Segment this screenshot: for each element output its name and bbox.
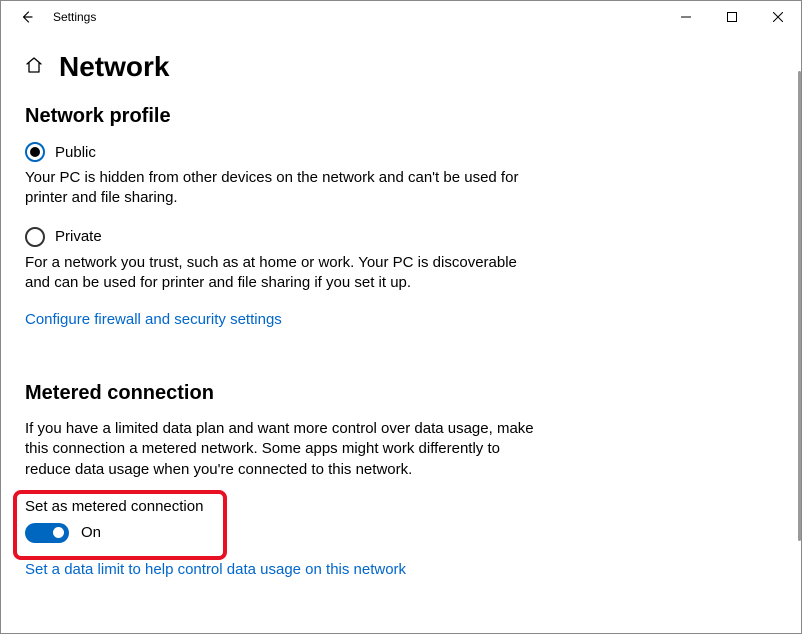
titlebar: Settings <box>1 1 801 33</box>
content-area: Network Network profile Public Your PC i… <box>1 33 801 633</box>
metered-toggle-section: Set as metered connection On <box>25 498 777 543</box>
radio-circle-icon <box>25 227 45 247</box>
home-icon[interactable] <box>25 56 43 79</box>
metered-toggle-row: On <box>25 523 777 543</box>
radio-public[interactable]: Public <box>25 142 777 162</box>
page-header: Network <box>25 51 777 83</box>
close-button[interactable] <box>755 1 801 33</box>
close-icon <box>773 12 783 22</box>
minimize-icon <box>681 12 691 22</box>
scrollbar[interactable] <box>798 71 801 541</box>
metered-toggle-label: Set as metered connection <box>25 498 777 515</box>
data-limit-link[interactable]: Set a data limit to help control data us… <box>25 561 406 578</box>
maximize-icon <box>727 12 737 22</box>
back-button[interactable] <box>9 1 45 33</box>
metered-description: If you have a limited data plan and want… <box>25 419 545 480</box>
toggle-thumb-icon <box>53 527 64 538</box>
radio-circle-icon <box>25 142 45 162</box>
private-description: For a network you trust, such as at home… <box>25 253 545 294</box>
minimize-button[interactable] <box>663 1 709 33</box>
public-description: Your PC is hidden from other devices on … <box>25 168 545 209</box>
network-profile-heading: Network profile <box>25 105 777 128</box>
metered-toggle-state: On <box>81 524 101 541</box>
metered-toggle[interactable] <box>25 523 69 543</box>
window-controls <box>663 1 801 33</box>
page-title: Network <box>59 51 169 83</box>
firewall-settings-link[interactable]: Configure firewall and security settings <box>25 311 282 328</box>
radio-public-label: Public <box>55 144 96 161</box>
maximize-button[interactable] <box>709 1 755 33</box>
radio-private[interactable]: Private <box>25 227 777 247</box>
radio-private-label: Private <box>55 228 102 245</box>
back-arrow-icon <box>19 9 35 25</box>
app-title: Settings <box>53 10 96 24</box>
metered-heading: Metered connection <box>25 382 777 405</box>
